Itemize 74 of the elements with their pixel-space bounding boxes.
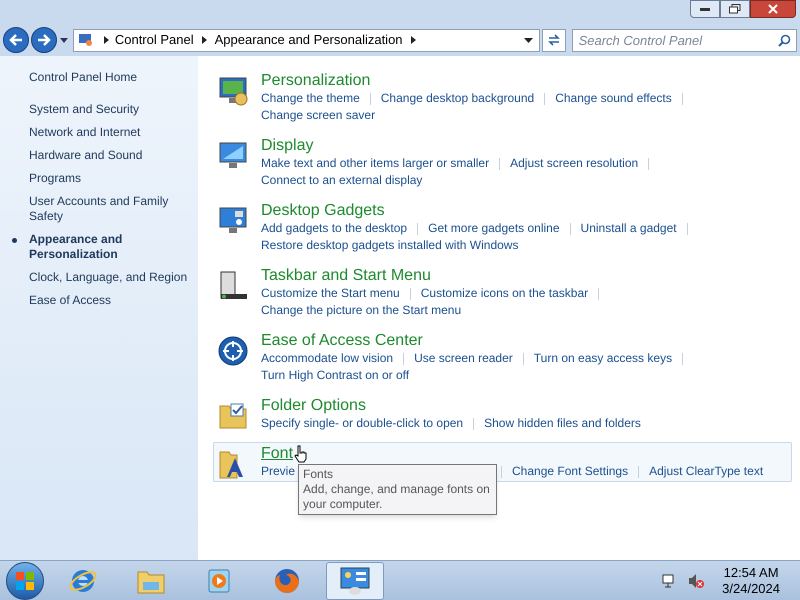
- task-link[interactable]: Change the theme: [261, 90, 360, 107]
- search-icon: [778, 34, 791, 46]
- breadcrumb-link[interactable]: Control Panel: [114, 30, 194, 50]
- category-title-link[interactable]: Desktop Gadgets: [261, 201, 385, 220]
- task-link[interactable]: Change desktop background: [380, 90, 534, 107]
- accessibility-icon: [217, 335, 249, 367]
- sidebar-item[interactable]: Ease of Access: [29, 293, 194, 308]
- category-title-link[interactable]: Personalization: [261, 71, 370, 90]
- task-link[interactable]: Get more gadgets online: [428, 220, 560, 237]
- task-link[interactable]: Adjust ClearType text: [649, 463, 764, 480]
- clock-date[interactable]: 3/24/2024: [722, 580, 780, 596]
- control-panel-icon: [339, 566, 371, 596]
- chevron-right-icon: [104, 36, 109, 44]
- task-link[interactable]: Add gadgets to the desktop: [261, 220, 408, 237]
- task-link[interactable]: Restore desktop gadgets installed with Windows: [261, 237, 518, 254]
- task-link[interactable]: Customize icons on the taskbar: [420, 285, 588, 302]
- sidebar-item[interactable]: User Accounts and Family Safety: [29, 194, 194, 224]
- speaker-muted-icon: [688, 572, 704, 588]
- breadcrumb-link[interactable]: Appearance and Personalization: [214, 30, 403, 50]
- task-link[interactable]: Accommodate low vision: [261, 350, 394, 367]
- sidebar-item[interactable]: Network and Internet: [29, 125, 194, 140]
- category-title-link[interactable]: Folder Options: [261, 396, 366, 415]
- task-link[interactable]: Uninstall a gadget: [580, 220, 677, 237]
- forward-button[interactable]: [30, 27, 57, 53]
- sidebar-item[interactable]: System and Security: [29, 102, 194, 117]
- task-link[interactable]: Adjust screen resolution: [510, 155, 638, 172]
- control-panel-icon: [78, 33, 94, 47]
- caret-icon: [524, 38, 533, 42]
- search-field[interactable]: Search Control Panel: [572, 28, 797, 52]
- sidebar-item[interactable]: Appearance and Personalization: [29, 232, 194, 262]
- sidebar-item[interactable]: Clock, Language, and Region: [29, 270, 194, 285]
- sidebar-home-link[interactable]: Control Panel Home: [29, 68, 194, 86]
- category-title-link[interactable]: Ease of Access Center: [261, 331, 423, 350]
- task-link[interactable]: Change sound effects: [555, 90, 672, 107]
- task-link[interactable]: Previe: [261, 463, 296, 480]
- sidebar-item[interactable]: Programs: [29, 171, 194, 186]
- task-link[interactable]: Change screen saver: [261, 107, 376, 124]
- monitor-palette-icon: [217, 75, 249, 107]
- restore-button[interactable]: [720, 0, 750, 18]
- address-bar[interactable]: Control Panel Appearance and Personalization: [72, 28, 540, 52]
- category-title-link[interactable]: Display: [261, 136, 314, 155]
- tooltip-text: Add, change, and manage fonts on your computer.: [303, 482, 491, 512]
- task-link[interactable]: Turn High Contrast on or off: [261, 367, 410, 384]
- task-link[interactable]: Change the picture on the Start menu: [261, 302, 462, 319]
- task-link[interactable]: Specify single- or double-click to open: [261, 415, 464, 432]
- caret-icon: [60, 38, 68, 42]
- restore-icon: [729, 4, 741, 14]
- bullet-icon: [12, 238, 17, 243]
- task-link[interactable]: Connect to an external display: [261, 172, 422, 189]
- refresh-button[interactable]: [542, 28, 566, 52]
- task-link[interactable]: Use screen reader: [414, 350, 513, 367]
- clock-time[interactable]: 12:54 AM: [724, 564, 779, 580]
- tooltip-title: Fonts: [303, 467, 334, 482]
- task-link[interactable]: Make text and other items larger or smaller: [261, 155, 490, 172]
- category-title-link[interactable]: Font: [261, 444, 294, 463]
- minimize-button[interactable]: [690, 0, 720, 18]
- task-link[interactable]: Customize the Start menu: [261, 285, 400, 302]
- close-button[interactable]: [750, 0, 796, 18]
- minimize-icon: [700, 8, 710, 10]
- taskbar-app-button[interactable]: [326, 562, 384, 600]
- task-link[interactable]: Change Font Settings: [512, 463, 628, 480]
- chevron-right-icon: [410, 36, 416, 44]
- sidebar-item[interactable]: Hardware and Sound: [29, 148, 194, 163]
- forward-arrow-icon: [36, 34, 51, 46]
- category-title-link[interactable]: Taskbar and Start Menu: [261, 266, 431, 285]
- refresh-arrows-icon: [546, 33, 561, 47]
- task-link[interactable]: Turn on easy access keys: [534, 350, 672, 367]
- task-link[interactable]: Show hidden files and folders: [484, 415, 641, 432]
- start-button[interactable]: [6, 562, 44, 600]
- back-button[interactable]: [3, 27, 29, 53]
- chevron-right-icon: [202, 36, 207, 44]
- windows-logo-icon: [16, 572, 34, 590]
- back-arrow-icon: [8, 34, 23, 46]
- close-icon: [768, 4, 778, 14]
